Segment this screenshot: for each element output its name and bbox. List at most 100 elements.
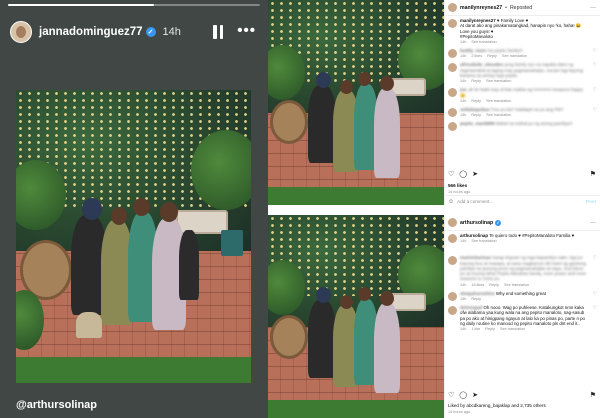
see-translation-link[interactable]: See translation [486,99,511,103]
like-comment-icon[interactable]: ♡ [593,48,597,54]
avatar[interactable] [448,122,457,132]
emoji-icon[interactable]: ☺ [448,199,454,205]
more-icon[interactable]: ··· [590,5,596,11]
share-send-icon[interactable]: ➤ [472,391,478,399]
comment-bubble-icon[interactable]: ◯ [459,170,467,178]
comment-input[interactable]: Add a comment... [457,199,493,204]
liked-by-text[interactable]: Liked by abcdkareng_bajaklap and 2,735 o… [448,403,546,408]
story-username[interactable]: jannadominguez77 [39,26,143,38]
comment-username[interactable]: pepito_mari9999 [460,121,495,126]
like-comment-icon[interactable]: ♡ [593,62,597,68]
photo-person [308,85,336,163]
comment-username[interactable]: jun_zi [460,87,472,92]
photo-person-head [316,72,331,88]
caption-username[interactable]: manilynreynes27 [460,18,496,23]
avatar[interactable] [448,234,457,243]
comment-input-bar: ☺ Add a comment... Post [445,195,600,205]
comment-text: Mahal na mahal po ng aming pamilya!!! [495,121,573,127]
comment-text: my pepito family!!! [487,48,523,54]
see-translation-link[interactable]: See translation [504,283,529,287]
hashtag-link[interactable]: #PepitoManaloto [460,34,588,39]
reply-link[interactable]: Reply [487,54,497,58]
avatar-face [16,26,26,38]
comment-username[interactable]: dolonegad [460,305,482,310]
photo-chair [270,100,308,144]
comment-time: 14h [460,79,467,84]
like-comment-icon[interactable]: ♡ [593,305,597,311]
reply-link[interactable]: Reply [471,297,481,301]
avatar[interactable] [448,218,457,227]
pause-icon[interactable] [212,25,224,39]
post-caption: manilynreynes27 ♥ Family Love ♥ At darat… [445,16,600,46]
like-comment-icon[interactable]: ♡ [593,107,597,113]
comment-bubble-icon[interactable]: ◯ [459,391,467,399]
photo-person-head [111,207,127,225]
avatar[interactable] [448,63,457,73]
likes-count[interactable]: 566 likes [448,183,467,188]
reply-link[interactable]: Reply [471,113,481,117]
see-translation-link[interactable]: See translation [486,79,511,83]
verified-badge-icon: ✓ [145,27,156,37]
like-heart-icon[interactable]: ♡ [448,170,454,178]
photo-person-head [160,202,178,222]
like-comment-icon[interactable]: ♡ [593,255,597,261]
see-translation-link[interactable]: See translation [500,327,525,331]
caption-line: ♥ Family Love ♥ [496,18,529,23]
photo-person-head [358,72,371,86]
post-comment-button[interactable]: Post [586,199,596,204]
mention-tag[interactable]: @arthursolinap [16,399,97,411]
photo-person [374,88,400,178]
avatar[interactable] [448,3,457,12]
story-timestamp: 14h [162,26,181,38]
photo-person [179,230,199,300]
avatar[interactable] [448,291,457,301]
post-time-ago: 14 hours ago [448,190,471,194]
story-progress-bar [8,4,260,6]
see-translation-link[interactable]: See translation [471,239,496,243]
caption-time: 14h [460,40,467,45]
reply-link[interactable]: Reply [471,79,481,83]
post-sidebar: manilynreynes27 • Reposted ··· manilynre… [444,0,600,205]
reply-link[interactable]: Reply [489,283,499,287]
avatar[interactable] [448,107,457,117]
see-translation-link[interactable]: See translation [486,113,511,117]
comment-username[interactable]: marivickarinan [460,255,491,260]
avatar[interactable] [10,21,32,43]
reply-link[interactable]: Reply [471,99,481,103]
photo-pot [221,230,243,256]
share-send-icon[interactable]: ➤ [472,170,478,178]
more-icon[interactable]: ••• [237,22,256,39]
story-header: jannadominguez77 ✓ 14h ••• [10,20,258,44]
bookmark-icon[interactable]: ⚑ [590,170,596,178]
comment-likes: 1 like [471,327,481,332]
comment-username[interactable]: buddy_mare [460,48,486,53]
like-comment-icon[interactable]: ♡ [593,87,597,93]
avatar[interactable] [448,49,457,59]
post-username[interactable]: manilynreynes27 [460,5,502,11]
bookmark-icon[interactable]: ⚑ [590,391,596,399]
photo-grass [268,399,444,418]
see-translation-link[interactable]: See translation [471,40,496,44]
avatar[interactable] [448,256,457,266]
caption-username[interactable]: arthursolinap [460,233,488,238]
photo-person-head [380,291,394,306]
comment-username[interactable]: sleepyhursshine [460,291,495,296]
like-heart-icon[interactable]: ♡ [448,391,454,399]
comment-text: Sir bakit may di kita makita ng HAHAHA l… [460,87,584,98]
post-username[interactable]: arthursolinap [460,220,493,226]
posts-divider [268,205,600,215]
photo-person-head [133,198,150,216]
avatar[interactable] [448,306,457,316]
more-icon[interactable]: ··· [590,220,596,226]
like-comment-icon[interactable]: ♡ [593,291,597,297]
photo-person-head [82,198,102,220]
photo-person [308,300,336,378]
comment-username[interactable]: seldabapobau [460,107,490,112]
comment-username[interactable]: africadudo_shoudes [460,62,503,67]
see-translation-link[interactable]: See translation [502,54,527,58]
avatar[interactable] [448,88,457,98]
comment-time: 14h [460,327,467,332]
comment-item: buddy_mare my pepito family!!! 14h 2 like… [445,46,600,60]
avatar[interactable] [448,19,457,28]
reply-link[interactable]: Reply [485,327,495,331]
